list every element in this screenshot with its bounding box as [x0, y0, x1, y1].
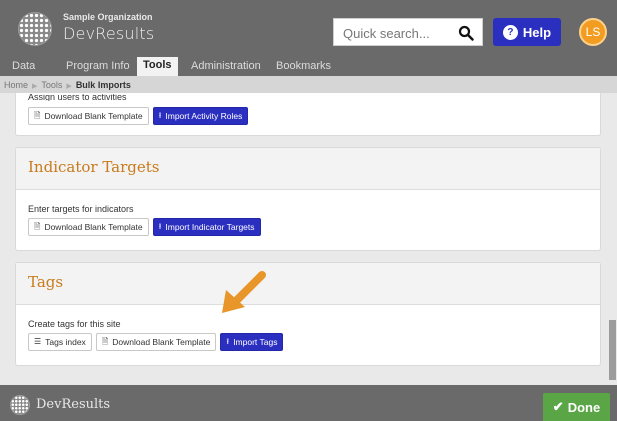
nav-item-tools[interactable]: Tools — [137, 57, 178, 76]
indicator-targets-panel: Indicator Targets Enter targets for indi… — [15, 147, 601, 251]
nav-item-program-info[interactable]: Program Info — [66, 60, 130, 72]
list-icon: ☰ — [34, 337, 42, 346]
search-input[interactable] — [343, 23, 453, 43]
indicator-targets-body: Enter targets for indicators 🗎 Download … — [16, 190, 600, 236]
app-footer: DevResults — [0, 385, 617, 421]
indicator-targets-description: Enter targets for indicators — [28, 204, 134, 214]
download-template-button[interactable]: 🗎 Download Blank Template — [28, 107, 149, 125]
download-template-label: Download Blank Template — [44, 111, 143, 121]
question-circle-icon: ? — [502, 24, 518, 40]
breadcrumb-separator-icon: ▶ — [66, 83, 72, 90]
import-tags-button[interactable]: ⭱ Import Tags — [220, 333, 284, 351]
app-header: Sample Organization DevResults ? Help LS — [0, 0, 617, 56]
breadcrumb-home[interactable]: Home — [4, 80, 28, 90]
arrow-annotation-icon — [222, 271, 266, 313]
activity-roles-body: Assign users to activities 🗎 Download Bl… — [16, 93, 600, 125]
tags-index-button[interactable]: ☰ Tags index — [28, 333, 92, 351]
indicator-targets-title: Indicator Targets — [16, 148, 600, 190]
tags-body: Create tags for this site ☰ Tags index 🗎… — [16, 305, 600, 351]
search-icon[interactable] — [458, 25, 474, 41]
import-activity-roles-button[interactable]: ⭱ Import Activity Roles — [152, 107, 249, 125]
import-tags-label: Import Tags — [233, 337, 278, 347]
scrollbar-thumb[interactable] — [609, 320, 616, 380]
tags-description: Create tags for this site — [28, 319, 121, 329]
activity-roles-description: Assign users to activities — [28, 94, 127, 101]
download-template-button[interactable]: 🗎 Download Blank Template — [95, 333, 217, 351]
nav-item-administration[interactable]: Administration — [191, 60, 261, 72]
app-name[interactable]: DevResults — [63, 24, 154, 43]
done-label: Done — [567, 399, 601, 415]
breadcrumb-separator-icon: ▶ — [32, 83, 38, 90]
tags-index-label: Tags index — [45, 337, 86, 347]
file-icon: 🗎 — [101, 337, 109, 346]
organization-name: Sample Organization — [63, 12, 153, 22]
import-indicator-targets-label: Import Indicator Targets — [165, 222, 255, 232]
quick-search[interactable] — [333, 18, 483, 46]
file-icon: 🗎 — [34, 222, 41, 231]
nav-item-bookmarks[interactable]: Bookmarks — [276, 60, 331, 72]
activity-roles-panel: Assign users to activities 🗎 Download Bl… — [15, 93, 601, 136]
breadcrumb: Home ▶ Tools ▶ Bulk Imports — [0, 76, 617, 93]
help-button[interactable]: ? Help — [493, 18, 561, 46]
tags-panel: Tags Create tags for this site ☰ Tags in… — [15, 262, 601, 366]
upload-icon: ⭱ — [226, 337, 230, 346]
help-label: Help — [522, 24, 552, 40]
upload-icon: ⭱ — [158, 111, 162, 120]
user-avatar[interactable]: LS — [579, 18, 607, 46]
footer-brand: DevResults — [36, 397, 111, 412]
file-icon: 🗎 — [34, 111, 41, 120]
nav-item-data[interactable]: Data — [12, 60, 35, 72]
import-activity-roles-label: Import Activity Roles — [165, 111, 243, 121]
download-template-label: Download Blank Template — [44, 222, 143, 232]
breadcrumb-tools[interactable]: Tools — [41, 80, 62, 90]
globe-logo-icon — [10, 395, 30, 415]
import-indicator-targets-button[interactable]: ⭱ Import Indicator Targets — [152, 218, 261, 236]
done-button[interactable]: ✔ Done — [543, 393, 610, 421]
upload-icon: ⭱ — [158, 222, 162, 231]
tags-title: Tags — [16, 263, 600, 305]
main-nav: Data Program Info Tools Administration B… — [0, 56, 617, 76]
globe-logo-icon[interactable] — [18, 12, 52, 46]
check-icon: ✔ — [552, 399, 564, 414]
download-template-button[interactable]: 🗎 Download Blank Template — [28, 218, 149, 236]
download-template-label: Download Blank Template — [112, 337, 211, 347]
breadcrumb-current: Bulk Imports — [75, 80, 131, 90]
main-content: Assign users to activities 🗎 Download Bl… — [0, 93, 617, 385]
